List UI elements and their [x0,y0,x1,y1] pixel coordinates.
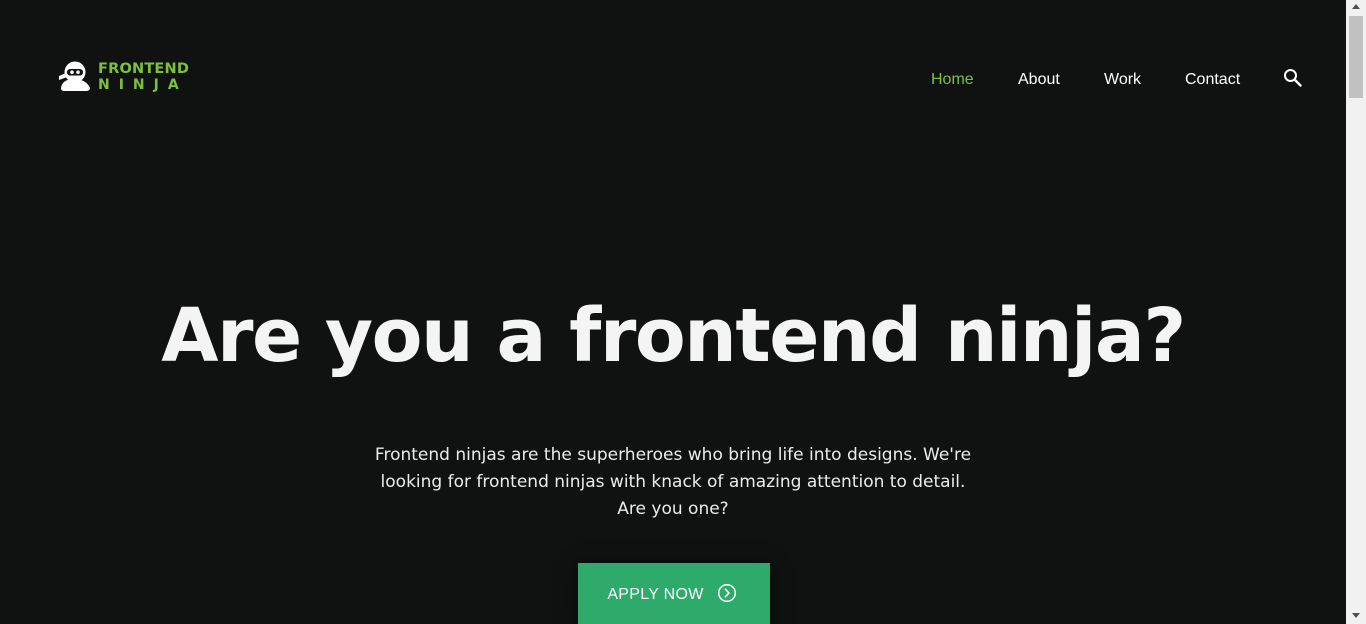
chevron-right-circle-icon [717,583,736,603]
vertical-scrollbar[interactable] [1346,0,1366,624]
ninja-icon [59,61,90,91]
nav-contact[interactable]: Contact [1185,71,1240,89]
nav-home[interactable]: Home [931,71,974,89]
page: FRONTEND NINJA Home About Work Contact A… [0,0,1366,624]
hero-description: Frontend ninjas are the superheroes who … [343,442,1003,523]
logo[interactable]: FRONTEND NINJA [58,61,189,93]
nav-about[interactable]: About [1018,71,1060,89]
hero-description-line: Are you one? [617,499,729,519]
logo-text: FRONTEND NINJA [98,62,189,93]
logo-line2: NINJA [98,77,188,94]
scroll-down-arrow-icon[interactable] [1346,608,1366,624]
scroll-up-arrow-icon[interactable] [1346,0,1366,14]
scrollbar-thumb[interactable] [1349,16,1363,98]
nav-work[interactable]: Work [1104,71,1141,89]
search-button[interactable] [1283,68,1303,88]
apply-now-button[interactable]: APPLY NOW [578,563,770,624]
apply-now-label: APPLY NOW [607,586,704,603]
logo-line1: FRONTEND [98,60,190,77]
hero-title: Are you a frontend ninja? [161,293,1186,379]
hero-description-line: Frontend ninjas are the superheroes who … [374,445,972,465]
hero-description-line: looking for frontend ninjas with knack o… [380,472,966,492]
search-icon [1284,69,1302,87]
